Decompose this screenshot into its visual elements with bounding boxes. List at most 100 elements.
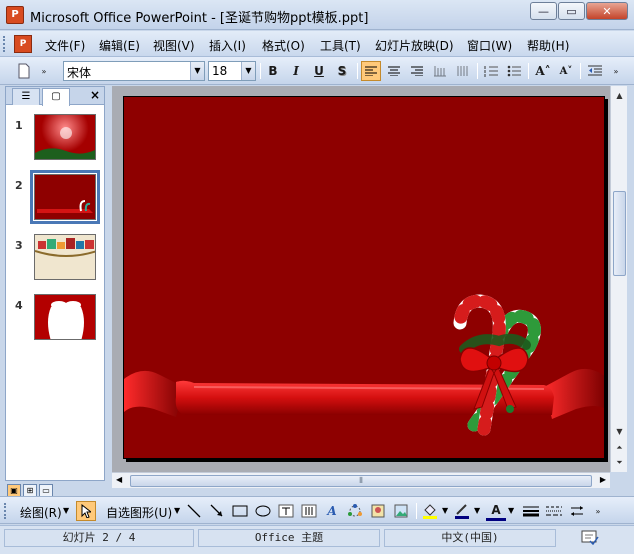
menu-edit[interactable]: 编辑(E) [99,37,140,54]
font-name-value: 宋体 [67,66,92,80]
decrease-indent-icon[interactable] [585,61,605,81]
draw-menu-button[interactable]: 绘图(R) [20,504,62,521]
tab-outline[interactable]: ☰ [12,88,40,105]
current-slide[interactable] [123,96,605,459]
menu-window[interactable]: 窗口(W) [467,37,512,54]
restore-button[interactable]: ▭ [558,2,585,20]
powerpoint-app-icon[interactable]: P [6,6,24,24]
chevron-down-icon[interactable]: ▼ [442,506,448,515]
slide-number: 3 [15,239,23,252]
scroll-up-icon[interactable]: ▲ [612,88,627,103]
align-center-icon[interactable] [384,61,404,81]
slide-position-status: 幻灯片 2 / 4 [4,529,194,547]
toolbar-grip[interactable] [3,36,6,52]
arrow-tool-icon[interactable] [207,501,227,521]
line-color-icon[interactable] [452,501,472,521]
next-slide-icon[interactable]: ⏷ [612,455,627,470]
chevron-down-icon[interactable]: ▼ [241,62,255,80]
menu-format[interactable]: 格式(O) [262,37,305,54]
toolbar-options-chevron-icon[interactable]: » [38,61,50,81]
autoshapes-button[interactable]: 自选图形(U) [106,504,172,521]
status-bar: 幻灯片 2 / 4 Office 主题 中文(中国) [0,525,634,554]
horizontal-scrollbar[interactable]: ◀ ⦀ ▶ [112,472,610,488]
chevron-down-icon[interactable]: ▼ [190,62,204,80]
separator [528,63,529,79]
toolbar-options-chevron-icon[interactable]: » [592,501,604,521]
align-left-icon[interactable] [361,61,381,81]
menu-help[interactable]: 帮助(H) [527,37,569,54]
font-size-value: 18 [212,64,228,78]
scroll-right-icon[interactable]: ▶ [600,475,606,484]
italic-button[interactable]: I [286,61,306,81]
language-status: 中文(中国) [384,529,556,547]
slide-artwork [124,294,604,436]
chevron-down-icon[interactable]: ▼ [474,506,480,515]
separator [477,63,478,79]
insert-picture-icon[interactable] [391,501,411,521]
slide-editing-area [112,86,610,472]
spelling-check-icon[interactable] [560,529,620,547]
menu-slideshow[interactable]: 幻灯片放映(D) [375,37,454,54]
wordart-icon[interactable]: A [322,501,342,521]
previous-slide-icon[interactable]: ⏶ [612,440,627,455]
menu-file[interactable]: 文件(F) [45,37,85,54]
scroll-down-icon[interactable]: ▼ [612,424,627,439]
separator [416,503,417,519]
new-document-icon[interactable] [14,61,34,81]
slide-thumbnail-1[interactable] [34,114,96,160]
toolbar-grip[interactable] [4,503,7,519]
vertical-textbox-icon[interactable] [299,501,319,521]
font-name-select[interactable]: 宋体 ▼ [63,61,205,81]
font-size-select[interactable]: 18 ▼ [208,61,256,81]
menu-bar: P 文件(F) 编辑(E) 视图(V) 插入(I) 格式(O) 工具(T) 幻灯… [0,31,634,57]
separator [580,63,581,79]
shrink-font-button[interactable]: A˅ [556,61,576,81]
slide-thumbnail-2[interactable] [30,170,100,224]
slide-thumbnail-4[interactable] [34,294,96,340]
diagram-icon[interactable] [345,501,365,521]
line-style-icon[interactable] [521,501,541,521]
vertical-scrollbar[interactable]: ▲ ▼ ⏶ ⏷ [610,86,627,472]
close-icon[interactable]: × [90,88,100,102]
theme-status: Office 主题 [198,529,380,547]
chevron-down-icon[interactable]: ▼ [174,506,180,515]
select-pointer-icon[interactable] [76,501,96,521]
chevron-down-icon[interactable]: ▼ [63,506,69,515]
line-tool-icon[interactable] [184,501,204,521]
arrow-style-icon[interactable] [567,501,587,521]
grow-font-button[interactable]: A˄ [533,61,553,81]
document-icon[interactable]: P [14,35,32,53]
title-bar: P Microsoft Office PowerPoint - [圣诞节购物pp… [0,0,634,30]
chevron-down-icon[interactable]: ▼ [508,506,514,515]
tab-slides[interactable]: ▢ [42,88,70,106]
bold-button[interactable]: B [263,61,283,81]
separator [357,63,358,79]
align-right-icon[interactable] [407,61,427,81]
font-color-icon[interactable]: A [486,501,506,521]
vertical-scroll-thumb[interactable] [613,191,626,276]
panel-tabs: ☰ ▢ × [6,87,104,106]
column-align-icon[interactable] [453,61,473,81]
menu-tools[interactable]: 工具(T) [320,37,361,54]
distribute-icon[interactable] [430,61,450,81]
fill-color-icon[interactable] [420,501,440,521]
menu-view[interactable]: 视图(V) [153,37,195,54]
underline-button[interactable]: U [309,61,329,81]
separator [260,63,261,79]
scroll-left-icon[interactable]: ◀ [116,475,122,484]
slides-panel: ☰ ▢ × 1 2 3 4 [5,86,105,481]
slide-thumbnail-3[interactable] [34,234,96,280]
dash-style-icon[interactable] [544,501,564,521]
textbox-tool-icon[interactable] [276,501,296,521]
bullet-list-icon[interactable] [504,61,524,81]
menu-insert[interactable]: 插入(I) [209,37,246,54]
oval-tool-icon[interactable] [253,501,273,521]
toolbar-options-chevron-icon[interactable]: » [610,61,622,81]
rectangle-tool-icon[interactable] [230,501,250,521]
clipart-icon[interactable] [368,501,388,521]
close-button[interactable]: ✕ [586,2,628,20]
horizontal-scroll-thumb[interactable]: ⦀ [130,475,592,487]
numbered-list-icon[interactable] [481,61,501,81]
shadow-button[interactable]: S [332,61,352,81]
minimize-button[interactable]: — [530,2,557,20]
